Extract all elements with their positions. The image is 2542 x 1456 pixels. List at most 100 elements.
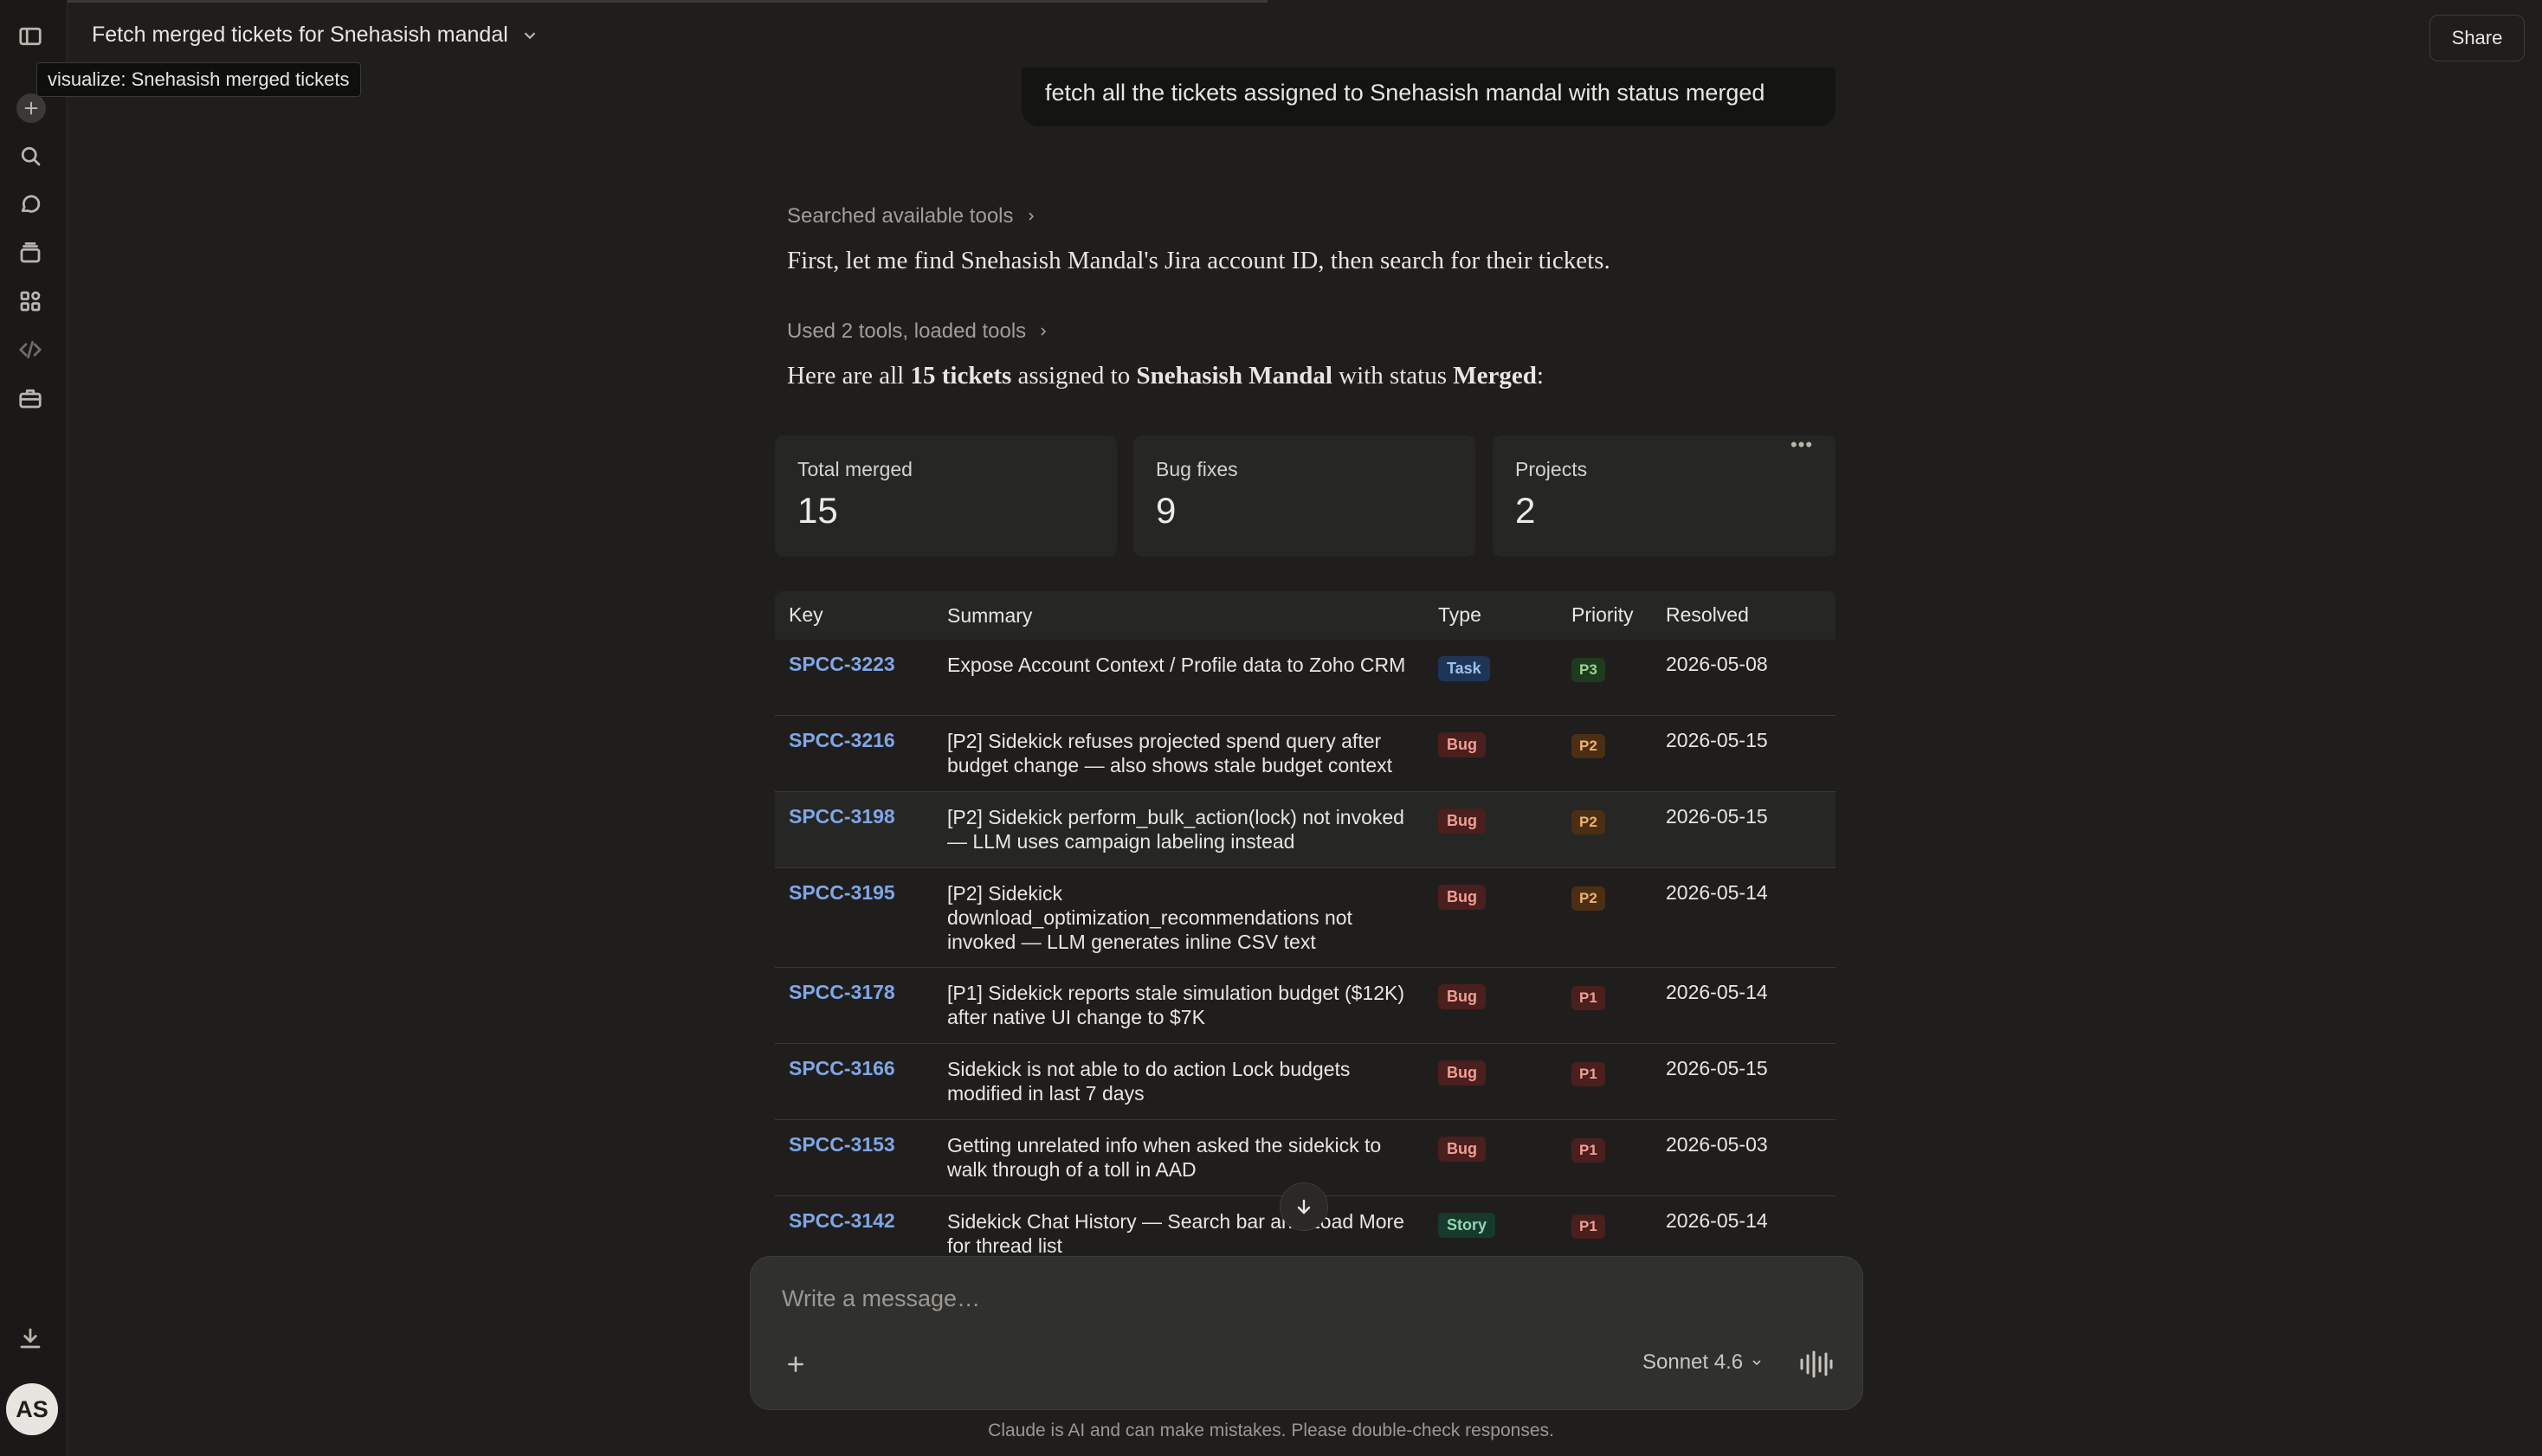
table-row: SPCC-3195 [P2] Sidekick download_optimiza… [775, 868, 1836, 968]
type-badge: Bug [1438, 1137, 1486, 1162]
result-status-prefix: with status [1332, 362, 1454, 390]
header-key[interactable]: Key [789, 603, 823, 627]
type-badge: Bug [1438, 885, 1486, 910]
type-cell: Bug [1438, 884, 1486, 910]
download-icon[interactable] [16, 1324, 45, 1353]
add-attachment-button[interactable] [782, 1350, 810, 1378]
result-suffix: : [1536, 362, 1544, 390]
priority-badge: P2 [1571, 734, 1605, 758]
stat-value: 9 [1156, 490, 1177, 531]
chevron-right-icon [1041, 327, 1047, 336]
assistant-result-text: Here are all 15 tickets assigned to Sneh… [787, 362, 1544, 390]
result-count: 15 tickets [910, 362, 1012, 390]
message-input[interactable] [782, 1281, 1734, 1316]
type-cell: Bug [1438, 731, 1486, 757]
resolved-date: 2026-05-15 [1666, 805, 1768, 828]
voice-mode-button[interactable] [1798, 1349, 1833, 1380]
chevron-down-icon [1752, 1360, 1761, 1366]
sidebar-toggle-icon[interactable] [16, 22, 45, 51]
arrow-down-icon [1297, 1199, 1311, 1214]
stat-value: 2 [1515, 490, 1536, 531]
waveform-icon [1800, 1350, 1833, 1378]
resolved-date: 2026-05-15 [1666, 1057, 1768, 1079]
model-label: Sonnet 4.6 [1642, 1350, 1744, 1374]
ticket-key-link[interactable]: SPCC-3216 [789, 729, 895, 752]
result-prefix: Here are all [787, 362, 911, 390]
code-icon[interactable] [16, 335, 45, 364]
model-selector[interactable]: Sonnet 4.6 [1642, 1350, 1764, 1375]
ticket-summary: [P2] Sidekick perform_bulk_action(lock) … [947, 806, 1404, 853]
more-options-icon[interactable]: ••• [1789, 432, 1815, 458]
plus-icon [788, 1356, 803, 1372]
search-icon[interactable] [16, 141, 45, 171]
tickets-table: Key Summary Type Priority Resolved SPCC-… [775, 591, 1836, 1258]
ticket-summary: Sidekick Chat History — Search bar and L… [947, 1210, 1404, 1257]
ticket-key-link[interactable]: SPCC-3142 [789, 1209, 895, 1233]
priority-cell: P2 [1571, 885, 1605, 911]
type-badge: Story [1438, 1213, 1496, 1238]
priority-cell: P2 [1571, 732, 1605, 758]
composer: Sonnet 4.6 [750, 1256, 1863, 1410]
ticket-key-link[interactable]: SPCC-3166 [789, 1057, 895, 1080]
header-type[interactable]: Type [1438, 603, 1481, 627]
priority-badge: P2 [1571, 810, 1605, 834]
priority-badge: P3 [1571, 658, 1605, 682]
resolved-date: 2026-05-15 [1666, 729, 1768, 751]
header-summary[interactable]: Summary [947, 603, 1415, 628]
artifacts-icon[interactable] [16, 287, 45, 316]
priority-badge: P1 [1571, 986, 1605, 1010]
stat-card-projects: Projects 2 [1493, 435, 1836, 557]
result-status: Merged [1453, 362, 1537, 390]
resolved-date: 2026-05-08 [1666, 653, 1768, 675]
table-row: SPCC-3178 [P1] Sidekick reports stale sim… [775, 968, 1836, 1044]
ticket-key-link[interactable]: SPCC-3198 [789, 805, 895, 828]
projects-icon[interactable] [16, 238, 45, 267]
header-priority[interactable]: Priority [1571, 603, 1634, 627]
tools-used-toggle[interactable]: Used 2 tools, loaded tools [787, 319, 1050, 344]
disclaimer: Claude is AI and can make mistakes. Plea… [988, 1421, 1554, 1440]
table-header: Key Summary Type Priority Resolved [775, 591, 1836, 640]
stat-card-bug-fixes: Bug fixes 9 [1133, 435, 1475, 557]
type-badge: Bug [1438, 984, 1486, 1009]
ticket-key-link[interactable]: SPCC-3153 [789, 1133, 895, 1156]
priority-cell: P3 [1571, 656, 1605, 682]
stat-label: Total merged [797, 458, 913, 480]
type-badge: Bug [1438, 732, 1486, 757]
tool-search-toggle[interactable]: Searched available tools [787, 204, 1038, 229]
priority-cell: P1 [1571, 1213, 1605, 1239]
table-row: SPCC-3223 Expose Account Context / Profil… [775, 640, 1836, 716]
type-cell: Bug [1438, 1136, 1486, 1162]
share-button[interactable]: Share [2429, 15, 2525, 61]
ticket-key-link[interactable]: SPCC-3195 [789, 881, 895, 905]
loading-progress-bar [0, 0, 1268, 3]
resolved-date: 2026-05-14 [1666, 981, 1768, 1003]
priority-badge: P2 [1571, 886, 1605, 911]
table-body: SPCC-3223 Expose Account Context / Profil… [775, 640, 1836, 1258]
ticket-summary: Sidekick is not able to do action Lock b… [947, 1058, 1351, 1105]
scroll-to-bottom-button[interactable] [1280, 1182, 1328, 1231]
priority-badge: P1 [1571, 1138, 1605, 1163]
type-badge: Task [1438, 656, 1490, 681]
ticket-summary: Expose Account Context / Profile data to… [947, 654, 1406, 676]
resolved-date: 2026-05-14 [1666, 881, 1768, 904]
type-cell: Bug [1438, 808, 1486, 834]
table-row: SPCC-3166 Sidekick is not able to do acti… [775, 1044, 1836, 1120]
priority-cell: P1 [1571, 1137, 1605, 1163]
ticket-summary: [P2] Sidekick download_optimization_reco… [947, 882, 1352, 953]
ticket-summary: Getting unrelated info when asked the si… [947, 1134, 1382, 1181]
assistant-intro-text: First, let me find Snehasish Mandal's Ji… [787, 247, 1610, 274]
ticket-summary: [P2] Sidekick refuses projected spend qu… [947, 730, 1393, 776]
stat-card-total-merged: Total merged 15 [775, 435, 1117, 557]
new-chat-icon[interactable] [16, 93, 46, 123]
ticket-key-link[interactable]: SPCC-3178 [789, 981, 895, 1004]
chevron-right-icon [1028, 212, 1034, 221]
stat-label: Projects [1515, 458, 1588, 480]
chats-icon[interactable] [16, 190, 45, 219]
stat-label: Bug fixes [1156, 458, 1238, 480]
toolbox-icon[interactable] [16, 383, 45, 413]
ticket-key-link[interactable]: SPCC-3223 [789, 653, 895, 676]
resolved-date: 2026-05-03 [1666, 1133, 1768, 1156]
chat-title[interactable]: Fetch merged tickets for Snehasish manda… [92, 23, 539, 48]
table-row: SPCC-3216 [P2] Sidekick refuses projected… [775, 716, 1836, 792]
header-resolved[interactable]: Resolved [1666, 603, 1749, 627]
